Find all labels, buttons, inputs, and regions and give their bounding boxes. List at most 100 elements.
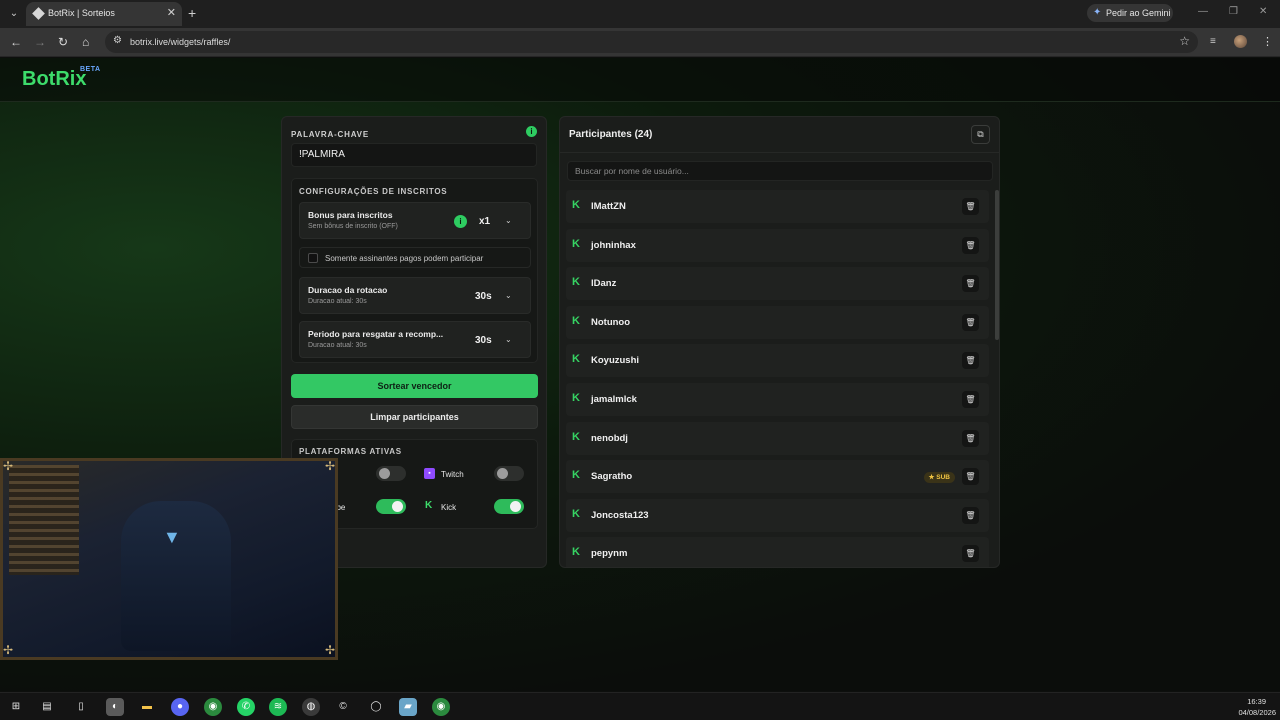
gemini-label: Pedir ao Gemini <box>1106 8 1171 18</box>
botrix-logo[interactable]: BotRix <box>22 68 86 91</box>
notepad-icon[interactable]: ▯ <box>72 698 90 716</box>
participant-row[interactable]: K lDanz 🗑 <box>566 267 989 301</box>
participant-name: nenobdj <box>591 432 628 444</box>
browser-tab-bar: ⌄ BotRix | Sorteios ✕ + ✦ Pedir ao Gemin… <box>0 0 1280 28</box>
bonus-info-icon[interactable]: i <box>454 215 467 228</box>
forward-arrow-icon[interactable]: → <box>34 35 46 49</box>
new-tab-button[interactable]: + <box>188 5 196 21</box>
rotation-duration-row: Duracao da rotacao Duracao atual: 30s 30… <box>299 277 531 314</box>
bookmark-star-icon[interactable]: ☆ <box>1179 34 1190 48</box>
participant-name: lDanz <box>591 278 617 290</box>
twitch-toggle[interactable] <box>494 466 524 481</box>
participant-row[interactable]: K jamalmlck 🗑 <box>566 383 989 416</box>
kick-icon: K <box>572 353 580 366</box>
trash-icon[interactable]: 🗑 <box>962 429 979 447</box>
home-icon[interactable]: ⌂ <box>82 35 89 49</box>
rotation-duration-select[interactable]: 30s <box>475 291 492 302</box>
chevron-down-icon[interactable]: ⌄ <box>505 291 512 300</box>
app-icon[interactable]: ◐ <box>106 698 124 716</box>
webcam-chair <box>121 501 231 651</box>
draw-winner-button[interactable]: Sortear vencedor <box>291 374 538 398</box>
participant-row[interactable]: K Notunoo 🗑 <box>566 305 989 339</box>
trash-icon[interactable]: 🗑 <box>962 545 979 563</box>
subscriber-settings-title: CONFIGURAÇÕES DE INSCRITOS <box>299 187 448 196</box>
window-close-icon[interactable]: ✕ <box>1259 6 1267 17</box>
chevron-down-icon[interactable]: ⌄ <box>505 335 512 344</box>
windows-start-icon[interactable]: ⊞ <box>7 698 25 716</box>
bonus-multiplier-select[interactable]: x1 <box>479 216 490 227</box>
reload-icon[interactable]: ↻ <box>58 35 68 49</box>
profile-avatar[interactable] <box>1234 35 1247 48</box>
app-icon[interactable]: © <box>334 698 352 716</box>
paid-subs-only-option[interactable]: Somente assinantes pagos podem participa… <box>299 247 531 268</box>
address-bar[interactable]: ⚙ botrix.live/widgets/raffles/ ☆ <box>105 31 1198 53</box>
trash-icon[interactable]: 🗑 <box>962 198 979 215</box>
participants-scrollbar[interactable] <box>995 190 999 340</box>
kick-icon: K <box>572 314 580 327</box>
trash-icon[interactable]: 🗑 <box>962 313 979 331</box>
trash-icon[interactable]: 🗑 <box>962 506 979 524</box>
trash-icon[interactable]: 🗑 <box>962 352 979 370</box>
participant-search-input[interactable]: Buscar por nome de usuário... <box>567 161 993 181</box>
participant-row[interactable]: K lMattZN 🗑 <box>566 190 989 223</box>
keyword-info-icon[interactable]: i <box>526 126 537 137</box>
folder-icon[interactable]: ▬ <box>138 698 156 716</box>
clock-date[interactable]: 04/08/2026 <box>1238 708 1276 717</box>
participants-title: Participantes (24) <box>569 129 653 140</box>
browser-tab[interactable]: BotRix | Sorteios ✕ <box>26 2 182 26</box>
kick-icon: K <box>572 430 580 443</box>
tab-search-icon[interactable]: ⌄ <box>6 6 22 22</box>
kick-label: Kick <box>441 503 457 512</box>
participant-row[interactable]: K nenobdj 🗑 <box>566 421 989 455</box>
reading-list-icon[interactable]: ≡ <box>1210 36 1216 47</box>
trash-icon[interactable]: 🗑 <box>962 391 979 408</box>
botrix-favicon-icon <box>32 7 45 20</box>
youtube-toggle[interactable] <box>376 499 406 514</box>
gemini-button[interactable]: ✦ Pedir ao Gemini <box>1087 4 1173 22</box>
trash-icon[interactable]: 🗑 <box>962 236 979 254</box>
chrome-icon[interactable]: ◉ <box>204 698 222 716</box>
chair-logo-icon: ▼ <box>163 527 181 547</box>
spotify-icon[interactable]: ≋ <box>269 698 287 716</box>
claim-period-row: Periodo para resgatar a recomp... Duraca… <box>299 321 531 358</box>
minimize-icon[interactable]: — <box>1198 6 1208 17</box>
chrome-icon[interactable]: ◉ <box>432 698 450 716</box>
claim-period-select[interactable]: 30s <box>475 335 492 346</box>
participant-row[interactable]: K Sagratho ★ SUB 🗑 <box>566 460 989 494</box>
site-info-icon[interactable]: ⚙ <box>113 35 122 46</box>
task-view-icon[interactable]: ▤ <box>38 698 56 716</box>
obs-icon[interactable]: ◍ <box>302 698 320 716</box>
kick-icon: K <box>425 500 433 511</box>
back-arrow-icon[interactable]: ← <box>10 35 22 49</box>
whatsapp-icon[interactable]: ✆ <box>237 698 255 716</box>
participant-name: jamalmlck <box>591 394 637 405</box>
clear-participants-button[interactable]: Limpar participantes <box>291 405 538 429</box>
paid-subs-only-checkbox[interactable] <box>308 253 318 263</box>
participant-row[interactable]: K Joncosta123 🗑 <box>566 498 989 532</box>
participant-row[interactable]: K Koyuzushi 🗑 <box>566 344 989 378</box>
url-text[interactable]: botrix.live/widgets/raffles/ <box>130 37 230 47</box>
participant-row[interactable]: K johninhax 🗑 <box>566 228 989 262</box>
chevron-down-icon[interactable]: ⌄ <box>505 216 512 225</box>
twitch-icon: ▪ <box>424 468 435 479</box>
trash-icon[interactable]: 🗑 <box>962 468 979 486</box>
browser-menu-icon[interactable]: ⋮ <box>1262 35 1273 48</box>
participant-row[interactable]: K pepynm 🗑 <box>566 537 989 567</box>
trash-icon[interactable]: 🗑 <box>962 275 979 293</box>
kick-toggle[interactable] <box>494 499 524 514</box>
participant-name: Joncosta123 <box>591 509 649 521</box>
site-header: BotRix BETA <box>0 58 1280 102</box>
copy-icon[interactable]: ⧉ <box>971 125 990 144</box>
discord-icon[interactable]: ● <box>171 698 189 716</box>
app-icon[interactable]: ▰ <box>399 698 417 716</box>
restore-icon[interactable]: ❐ <box>1229 6 1238 17</box>
app-icon[interactable]: ◯ <box>367 698 385 716</box>
browser-toolbar: ← → ↻ ⌂ ⚙ botrix.live/widgets/raffles/ ☆… <box>0 28 1280 57</box>
frame-corner-icon: ✢ <box>324 643 335 657</box>
clock-time[interactable]: 16:39 <box>1247 697 1266 706</box>
youtube-toggle-top[interactable] <box>376 466 406 481</box>
keyword-input[interactable]: !PALMIRA <box>291 143 537 167</box>
tab-title: BotRix | Sorteios <box>48 8 115 18</box>
participants-panel: Participantes (24) ⧉ Buscar por nome de … <box>559 116 1000 568</box>
tab-close-icon[interactable]: ✕ <box>167 6 176 19</box>
